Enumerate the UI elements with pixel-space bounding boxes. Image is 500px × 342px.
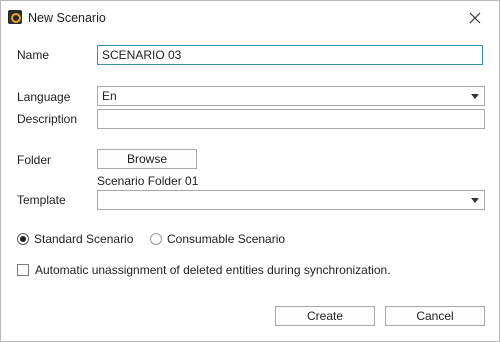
standard-scenario-label: Standard Scenario bbox=[34, 232, 134, 246]
dialog-title: New Scenario bbox=[28, 11, 106, 25]
close-icon[interactable] bbox=[461, 5, 489, 31]
auto-unassignment-checkbox[interactable]: Automatic unassignment of deleted entiti… bbox=[17, 263, 391, 277]
checkbox-icon bbox=[17, 264, 29, 276]
name-label: Name bbox=[17, 48, 50, 62]
app-logo-icon bbox=[8, 10, 22, 24]
language-label: Language bbox=[17, 90, 71, 104]
template-label: Template bbox=[17, 193, 66, 207]
consumable-scenario-label: Consumable Scenario bbox=[167, 232, 286, 246]
new-scenario-dialog: New Scenario Name SCENARIO 03 Language E… bbox=[0, 0, 500, 342]
consumable-scenario-radio[interactable]: Consumable Scenario bbox=[150, 232, 285, 246]
title-bar: New Scenario bbox=[1, 1, 499, 35]
description-label: Description bbox=[17, 112, 78, 126]
cancel-button[interactable]: Cancel bbox=[385, 306, 485, 326]
radio-selected-icon bbox=[17, 233, 29, 245]
name-input[interactable]: SCENARIO 03 bbox=[97, 45, 483, 65]
description-input[interactable] bbox=[97, 109, 485, 129]
language-select[interactable]: En bbox=[97, 86, 485, 106]
folder-label: Folder bbox=[17, 153, 52, 167]
standard-scenario-radio[interactable]: Standard Scenario bbox=[17, 232, 133, 246]
template-select[interactable] bbox=[97, 190, 485, 210]
folder-path: Scenario Folder 01 bbox=[97, 174, 199, 188]
create-button[interactable]: Create bbox=[275, 306, 375, 326]
browse-button[interactable]: Browse bbox=[97, 149, 197, 169]
auto-unassignment-label: Automatic unassignment of deleted entiti… bbox=[35, 263, 391, 277]
chevron-down-icon bbox=[471, 94, 479, 99]
language-value: En bbox=[102, 89, 117, 103]
radio-unselected-icon bbox=[150, 233, 162, 245]
chevron-down-icon bbox=[471, 198, 479, 203]
